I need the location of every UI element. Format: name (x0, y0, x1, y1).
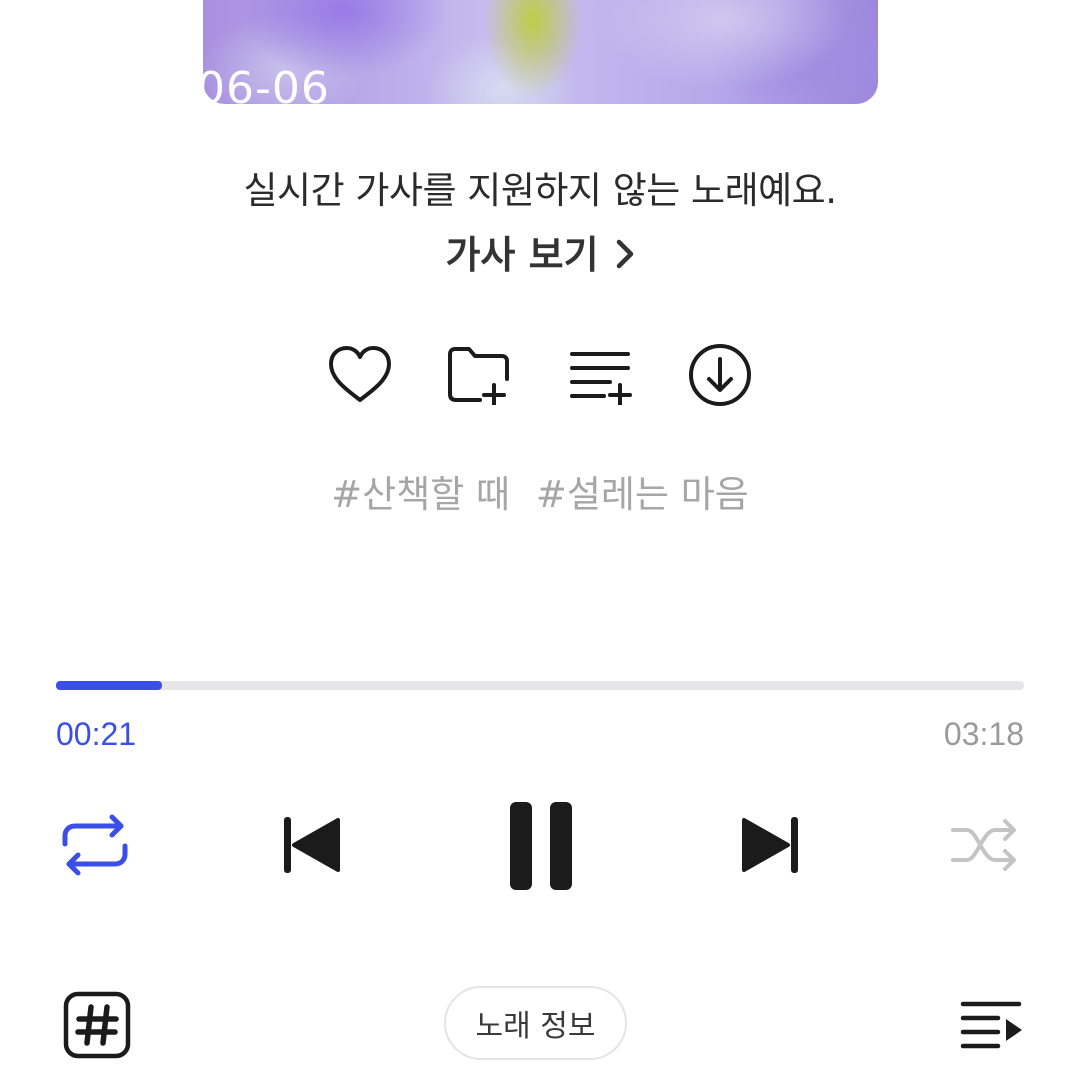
lyrics-unsupported-message: 실시간 가사를 지원하지 않는 노래예요. (243, 169, 837, 212)
hashtag-button[interactable] (62, 990, 132, 1060)
tag-walking[interactable]: #산책할 때 (331, 473, 510, 516)
skip-previous-icon (284, 817, 340, 873)
shuffle-icon (951, 819, 1016, 871)
repeat-button[interactable] (56, 812, 134, 878)
playlist-plus-icon[interactable] (565, 340, 635, 410)
total-duration: 03:18 (943, 716, 1024, 752)
queue-icon (960, 1001, 1022, 1049)
view-lyrics-link[interactable]: 가사 보기 (0, 224, 1080, 279)
pause-icon (510, 802, 572, 890)
pause-button[interactable] (500, 794, 580, 894)
current-time: 00:21 (56, 716, 137, 752)
mood-tags: #산책할 때 #설레는 마음 (0, 464, 1080, 518)
shuffle-button[interactable] (948, 814, 1022, 876)
song-info-label: 노래 정보 (475, 1009, 596, 1044)
view-lyrics-label: 가사 보기 (445, 233, 599, 277)
folder-plus-icon[interactable] (445, 340, 515, 410)
song-info-button[interactable]: 노래 정보 (444, 986, 627, 1060)
progress-fill (56, 681, 163, 690)
skip-next-icon (742, 817, 798, 873)
song-action-row (0, 340, 1080, 410)
next-button[interactable] (738, 810, 804, 880)
download-icon[interactable] (685, 340, 755, 410)
tag-fluttering-heart[interactable]: #설레는 마음 (536, 473, 749, 516)
heart-icon[interactable] (325, 340, 395, 410)
album-date-overlay: 06-06 (197, 64, 330, 114)
hashtag-icon (63, 991, 131, 1059)
queue-button[interactable] (956, 996, 1026, 1054)
previous-button[interactable] (278, 810, 344, 880)
chevron-right-icon (615, 235, 635, 279)
progress-bar[interactable] (56, 681, 1024, 690)
repeat-icon (62, 814, 128, 876)
